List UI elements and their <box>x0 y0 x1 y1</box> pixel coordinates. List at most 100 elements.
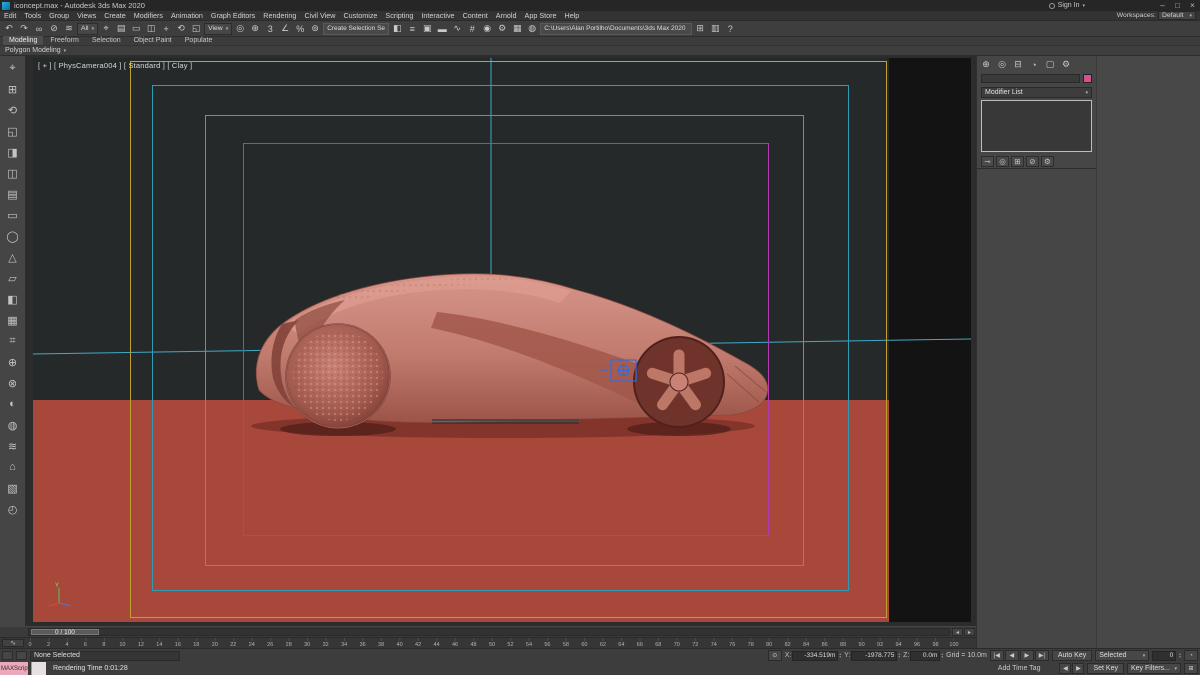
add-time-tag-button[interactable]: Add Time Tag <box>998 665 1041 672</box>
project-folder-field[interactable]: C:\Users\Alan Portilho\Documents\3ds Max… <box>540 23 692 35</box>
close-button[interactable]: × <box>1185 1 1200 10</box>
set-key-button[interactable]: Set Key <box>1087 663 1124 674</box>
toggle-ribbon-icon[interactable]: ▬ <box>435 22 449 35</box>
tool-weld-icon[interactable]: ⊕ <box>3 352 23 372</box>
bind-to-space-warp-icon[interactable]: ≋ <box>62 22 76 35</box>
menu-item-civil-view[interactable]: Civil View <box>300 11 339 20</box>
tool-isoline-icon[interactable]: ◴ <box>3 499 23 519</box>
layer-manager-icon[interactable]: ▣ <box>420 22 434 35</box>
tool-scale-icon[interactable]: ◱ <box>3 121 23 141</box>
select-by-name-icon[interactable]: ▤ <box>114 22 128 35</box>
x-spinner[interactable]: ▴▾ <box>839 653 841 659</box>
configure-modifier-sets-button[interactable]: ⚙ <box>1041 156 1054 167</box>
tool-inset-icon[interactable]: ◐ <box>3 394 23 414</box>
asset-tracking-icon[interactable]: ⊞ <box>693 22 707 35</box>
front-wheel[interactable] <box>286 324 390 428</box>
tool-bridge-icon[interactable]: ⊗ <box>3 373 23 393</box>
maxscript-mini-listener[interactable]: MAXScript Mi <box>0 662 28 675</box>
keyboard-shortcut-override-button[interactable]: ⊞ <box>1184 663 1198 674</box>
make-unique-button[interactable]: ⊞ <box>1011 156 1024 167</box>
menu-item-views[interactable]: Views <box>73 11 100 20</box>
rear-wheel[interactable] <box>634 337 724 427</box>
timeline-ruler-track[interactable]: 0246810121416182022242628303234363840424… <box>30 638 954 648</box>
modifier-list-dropdown[interactable]: Modifier List ▾ <box>981 87 1092 98</box>
menu-item-create[interactable]: Create <box>100 11 130 20</box>
isolate-selection-toggle[interactable] <box>2 651 13 660</box>
tool-grid-icon[interactable]: ▦ <box>3 310 23 330</box>
minimize-button[interactable]: – <box>1155 1 1170 10</box>
hierarchy-tab[interactable]: ⊟ <box>1012 59 1024 71</box>
select-and-manipulate-icon[interactable]: ⊕ <box>248 22 262 35</box>
previous-frame-button[interactable]: ◀ <box>1005 650 1019 661</box>
render-setup-icon[interactable]: ⚙ <box>495 22 509 35</box>
current-frame-field[interactable]: 0 <box>1152 651 1176 661</box>
snap-toggle-3d-icon[interactable]: 3 <box>263 22 277 35</box>
menu-item-tools[interactable]: Tools <box>20 11 45 20</box>
object-color-swatch[interactable] <box>1083 74 1092 83</box>
viewport[interactable]: [ + ] [ PhysCamera004 ] [ Standard ] [ C… <box>33 58 971 622</box>
tool-region-icon[interactable]: ▭ <box>3 205 23 225</box>
time-slider-handle[interactable]: 0 / 100 <box>31 629 99 635</box>
menu-item-interactive[interactable]: Interactive <box>417 11 458 20</box>
tool-select-icon[interactable]: ⌖ <box>3 58 23 78</box>
menu-item-scripting[interactable]: Scripting <box>381 11 417 20</box>
z-coordinate-field[interactable]: 0.0m <box>910 651 940 661</box>
remove-modifier-button[interactable]: ⊘ <box>1026 156 1039 167</box>
ribbon-tab-populate[interactable]: Populate <box>179 36 219 45</box>
ribbon-tab-freeform[interactable]: Freeform <box>44 36 84 45</box>
menu-item-content[interactable]: Content <box>459 11 492 20</box>
mirror-icon[interactable]: ◧ <box>390 22 404 35</box>
schematic-view-icon[interactable]: # <box>465 22 479 35</box>
menu-item-arnold[interactable]: Arnold <box>492 11 521 20</box>
select-and-scale-icon[interactable]: ◱ <box>189 22 203 35</box>
tool-relax-icon[interactable]: ◍ <box>3 415 23 435</box>
rendered-frame-window-icon[interactable]: ▦ <box>510 22 524 35</box>
key-mode-dropdown[interactable]: Selected ▾ <box>1095 650 1149 661</box>
tool-bevel-icon[interactable]: ▱ <box>3 268 23 288</box>
unlink-selection-icon[interactable]: ⊘ <box>47 22 61 35</box>
tool-rotate-icon[interactable]: ⟲ <box>3 100 23 120</box>
time-slider-track[interactable]: 0 / 100 <box>28 628 950 636</box>
percent-snap-toggle-icon[interactable]: % <box>293 22 307 35</box>
motion-tab[interactable]: ◔ <box>1028 59 1040 71</box>
menu-item-group[interactable]: Group <box>45 11 73 20</box>
open-listener-icon[interactable]: ▥ <box>708 22 722 35</box>
sign-in-button[interactable]: Sign In ▾ <box>1049 2 1085 9</box>
spinner-snap-toggle-icon[interactable]: ⊚ <box>308 22 322 35</box>
help-search-icon[interactable]: ? <box>723 22 737 35</box>
tool-mirror-icon[interactable]: ◨ <box>3 142 23 162</box>
undo-icon[interactable]: ↶ <box>2 22 16 35</box>
selection-filter-dropdown[interactable]: All▾ <box>77 23 98 35</box>
y-coordinate-field[interactable]: -1978.775 <box>851 651 897 661</box>
pin-stack-button[interactable]: ⊸ <box>981 156 994 167</box>
align-icon[interactable]: ≡ <box>405 22 419 35</box>
create-tab[interactable]: ⊕ <box>980 59 992 71</box>
next-frame-button[interactable]: ▶| <box>1035 650 1049 661</box>
go-to-start-button[interactable]: |◀ <box>990 650 1004 661</box>
tool-extrude-icon[interactable]: △ <box>3 247 23 267</box>
menu-item-help[interactable]: Help <box>561 11 584 20</box>
tool-by-name-icon[interactable]: ▤ <box>3 184 23 204</box>
curve-editor-icon[interactable]: ∿ <box>450 22 464 35</box>
menu-item-customize[interactable]: Customize <box>339 11 381 20</box>
menu-item-modifiers[interactable]: Modifiers <box>130 11 167 20</box>
modifier-stack-list[interactable] <box>981 100 1092 152</box>
play-button[interactable]: ▶ <box>1020 650 1034 661</box>
x-coordinate-field[interactable]: -334.519m <box>792 651 838 661</box>
select-and-rotate-icon[interactable]: ⟲ <box>174 22 188 35</box>
tool-constraints-icon[interactable]: ▧ <box>3 478 23 498</box>
y-spinner[interactable]: ▴▾ <box>898 653 900 659</box>
ribbon-section-label[interactable]: Polygon Modeling <box>5 47 61 54</box>
maxscript-listener-white[interactable] <box>31 662 46 675</box>
time-configuration-button[interactable]: ◔ <box>1184 650 1198 661</box>
window-crossing-toggle-icon[interactable]: ◫ <box>144 22 158 35</box>
viewport-label[interactable]: [ + ] [ PhysCamera004 ] [ Standard ] [ C… <box>38 61 192 70</box>
tool-edit-poly-icon[interactable]: ⊞ <box>3 79 23 99</box>
menu-item-app-store[interactable]: App Store <box>521 11 561 20</box>
use-center-flyout-icon[interactable]: ◎ <box>233 22 247 35</box>
z-spinner[interactable]: ▴▾ <box>941 653 943 659</box>
utilities-tab[interactable]: ⚙ <box>1060 59 1072 71</box>
named-selection-set-field[interactable]: Create Selection Se <box>323 23 389 35</box>
frame-spinner[interactable]: ▴▾ <box>1179 653 1181 659</box>
slider-next-button[interactable]: ▸ <box>964 628 975 636</box>
